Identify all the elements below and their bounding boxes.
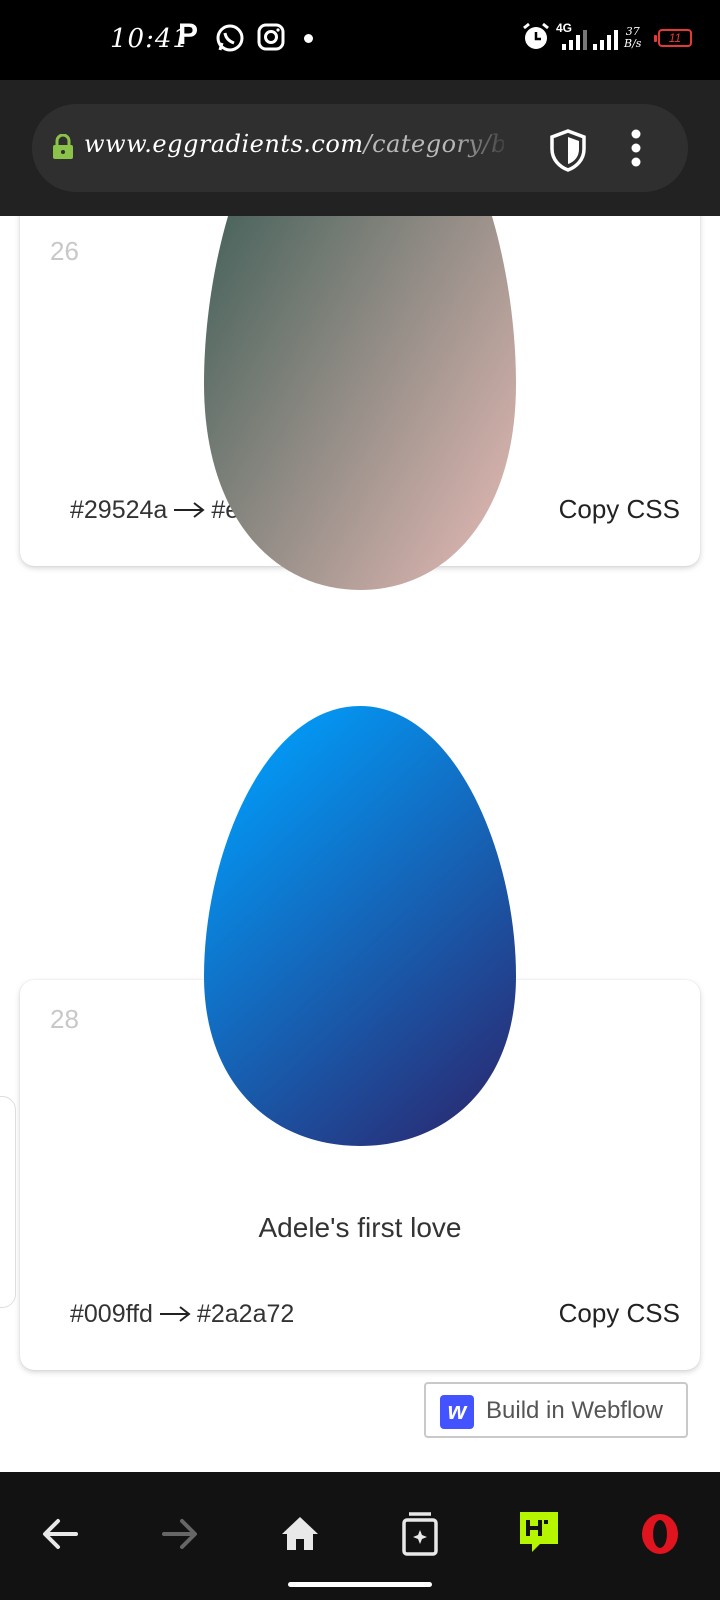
- battery-icon: 11: [654, 29, 692, 47]
- forward-icon[interactable]: [150, 1504, 210, 1564]
- tabs-icon[interactable]: [390, 1504, 450, 1564]
- notification-dot-icon: [304, 34, 313, 43]
- alarm-icon: [522, 22, 550, 57]
- webflow-badge-label: Build in Webflow: [486, 1397, 663, 1424]
- browser-bottom-nav: [0, 1472, 720, 1600]
- color-from: #29524a: [70, 496, 168, 524]
- color-to: #2a2a72: [196, 1300, 295, 1328]
- back-icon[interactable]: [30, 1504, 90, 1564]
- build-in-webflow-badge[interactable]: w Build in Webflow: [424, 1382, 688, 1438]
- color-codes: #009ffd #2a2a72: [70, 1300, 294, 1330]
- page-content: 26 Jay-z's Hyphen #29524a#e9bcb7 Copy CS…: [0, 216, 720, 1472]
- status-bar: 10:41 P 4G 37 B/s 11: [0, 0, 720, 80]
- card-number: 28: [50, 1004, 79, 1034]
- url-fade: [452, 124, 512, 172]
- hype-icon[interactable]: [510, 1504, 570, 1564]
- gradient-egg[interactable]: [204, 216, 516, 590]
- copy-css-button[interactable]: Copy CSS: [559, 1298, 680, 1329]
- menu-icon[interactable]: [628, 126, 644, 175]
- copy-css-button[interactable]: Copy CSS: [559, 494, 680, 525]
- gradient-egg[interactable]: [204, 706, 516, 1146]
- whatsapp-icon: [214, 22, 246, 59]
- lock-icon: [52, 133, 74, 165]
- signal-icon: [562, 30, 588, 55]
- instagram-icon: [256, 22, 286, 57]
- color-from: #009ffd: [70, 1300, 153, 1328]
- gesture-bar[interactable]: [288, 1582, 432, 1587]
- speed-unit: B/s: [624, 37, 642, 50]
- p-app-icon: P: [178, 18, 199, 51]
- card-title: Adele's first love: [258, 1212, 462, 1243]
- home-icon[interactable]: [270, 1504, 330, 1564]
- card-number: 26: [50, 236, 79, 266]
- arrow-right-icon: [159, 1301, 191, 1330]
- address-bar[interactable]: www.eggradients.com/category/black-: [32, 104, 688, 192]
- webflow-logo-icon: w: [440, 1395, 474, 1429]
- side-panel-handle[interactable]: [0, 1096, 16, 1308]
- shield-icon[interactable]: [548, 128, 588, 177]
- url-text[interactable]: www.eggradients.com/category/black-: [84, 130, 504, 166]
- browser-toolbar: www.eggradients.com/category/black-: [0, 80, 720, 216]
- opera-icon[interactable]: [630, 1504, 690, 1564]
- arrow-right-icon: [173, 497, 205, 526]
- signal-icon-2: [593, 30, 619, 55]
- network-speed: 37 B/s: [624, 26, 641, 50]
- url-host: www.eggradients.com: [84, 130, 364, 158]
